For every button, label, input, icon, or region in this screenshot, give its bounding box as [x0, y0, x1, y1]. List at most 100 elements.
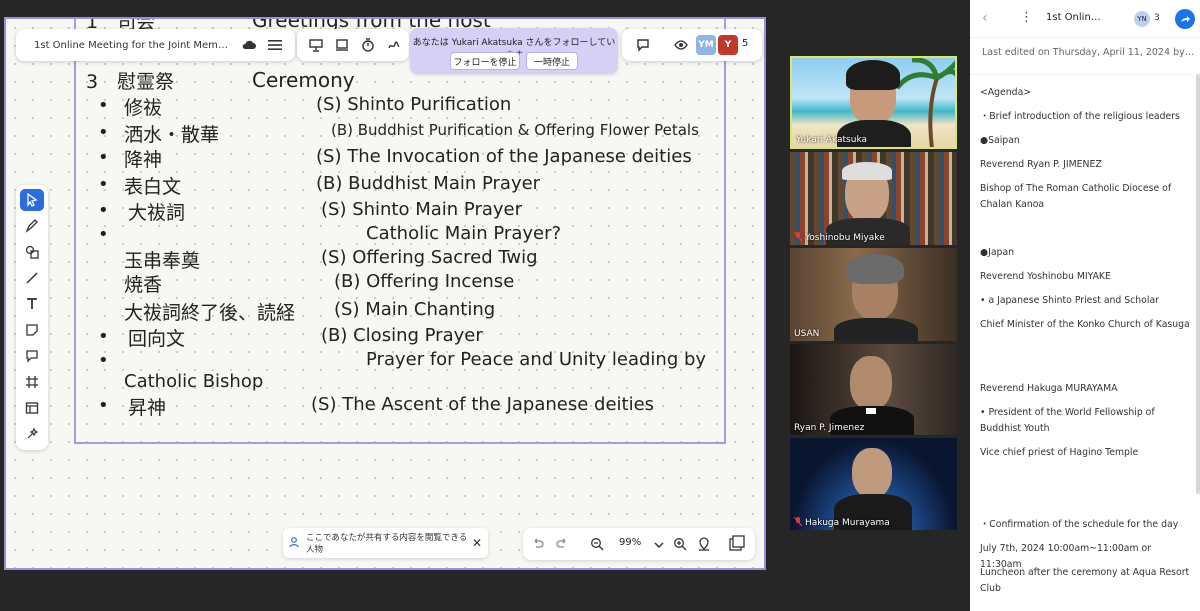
scrollbar[interactable]: [1196, 74, 1200, 494]
zoom-in-icon[interactable]: [673, 536, 687, 555]
redo-icon[interactable]: [555, 536, 569, 555]
agenda-item-japanese: 大祓詞終了後、読経: [124, 302, 296, 324]
agenda-item-english: (B) Buddhist Purification & Offering Flo…: [331, 121, 699, 139]
notes-line[interactable]: Reverend Ryan P. JIMENEZ: [980, 157, 1190, 173]
avatar[interactable]: Y: [718, 35, 738, 55]
notes-line[interactable]: ・Brief introduction of the religious lea…: [980, 109, 1190, 125]
notes-line[interactable]: ●Japan: [980, 245, 1190, 261]
avatar[interactable]: YN: [1134, 11, 1150, 27]
agenda-item-english: (B) Buddhist Main Prayer: [316, 173, 541, 194]
notes-body: <Agenda> ・Brief introduction of the relig…: [970, 74, 1192, 611]
frames-icon[interactable]: [331, 34, 353, 56]
board-tools-bar: [297, 29, 409, 61]
collab-bar: YM Y 5: [622, 29, 762, 61]
template-icon[interactable]: [20, 397, 44, 419]
select-tool[interactable]: [20, 189, 44, 211]
notes-line[interactable]: • President of the World Fellowship of B…: [980, 405, 1190, 437]
text-icon[interactable]: [20, 293, 44, 315]
comment-tool-icon[interactable]: [20, 345, 44, 367]
back-chevron-icon[interactable]: ‹: [982, 10, 988, 26]
zoom-controls: 99%: [523, 528, 755, 560]
stop-follow-button[interactable]: フォローを停止: [450, 52, 520, 70]
agenda-item-english: Prayer for Peace and Unity leading by: [366, 349, 707, 370]
agenda-bullet: •: [98, 326, 109, 347]
sticky-note-icon[interactable]: [20, 319, 44, 341]
share-icon[interactable]: [1175, 9, 1195, 29]
notes-line[interactable]: Vice chief priest of Hagino Temple: [980, 445, 1190, 461]
participant-name: Hakuga Murayama: [793, 516, 890, 528]
pause-button[interactable]: 一時停止: [526, 52, 578, 70]
clerical-collar: [866, 408, 876, 414]
mic-off-icon: [793, 516, 803, 527]
agenda-item-japanese: 回向文: [128, 328, 186, 350]
participant-name: Ryan P. Jimenez: [794, 423, 865, 433]
more-options-icon[interactable]: ⋮: [1020, 10, 1033, 25]
comment-icon[interactable]: [632, 34, 654, 56]
agenda-item-japanese: 昇神: [128, 397, 167, 419]
agenda-item-japanese: 洒水・散華: [124, 124, 220, 146]
share-visibility-notice: ここであなたが共有する内容を閲覧できる人物 ✕: [283, 528, 488, 558]
viewer-count: 3: [1154, 13, 1160, 23]
avatar[interactable]: YM: [696, 35, 716, 55]
line-icon[interactable]: [20, 267, 44, 289]
last-edited-text: Last edited on Thursday, April 11, 2024 …: [982, 47, 1197, 58]
agenda-bullet: •: [98, 174, 109, 195]
notes-line[interactable]: Reverend Yoshinobu MIYAKE: [980, 269, 1190, 285]
agenda-bullet: •: [98, 350, 109, 371]
location-icon[interactable]: [697, 536, 711, 555]
participant-name: Yoshinobu Miyake: [793, 231, 885, 243]
agenda-bullet: •: [98, 147, 109, 168]
notes-line[interactable]: Bishop of The Roman Catholic Diocese of …: [980, 181, 1190, 213]
whiteboard-canvas[interactable]: 1 司会 Greetings from the host 3 慰霊祭 Ceremony…: [4, 17, 766, 570]
chevron-down-icon[interactable]: [653, 536, 665, 555]
reactions-icon[interactable]: [383, 34, 405, 56]
cloud-icon[interactable]: [238, 34, 260, 56]
menu-icon[interactable]: [264, 34, 286, 56]
notes-line[interactable]: Luncheon after the ceremony at Aqua Reso…: [980, 565, 1190, 597]
shapes-icon[interactable]: [20, 241, 44, 263]
eye-icon[interactable]: [670, 34, 692, 56]
person-face: [852, 448, 892, 498]
share-notice-text: ここであなたが共有する内容を閲覧できる人物: [306, 533, 468, 555]
board-title[interactable]: 1st Online Meeting for the Joint Memoria…: [34, 40, 234, 51]
agenda-item-english: (S) The Ascent of the Japanese deities: [311, 394, 655, 415]
frame-icon[interactable]: [20, 371, 44, 393]
undo-icon[interactable]: [531, 536, 545, 555]
person-hair: [846, 60, 900, 90]
agenda-item-english: (B) Offering Incense: [334, 271, 515, 292]
minimap-icon[interactable]: [729, 535, 745, 555]
present-icon[interactable]: [305, 34, 327, 56]
zoom-out-icon[interactable]: [590, 536, 604, 555]
notes-line[interactable]: <Agenda>: [980, 85, 1190, 101]
video-tile-usan[interactable]: USAN: [790, 248, 957, 341]
notes-line[interactable]: Reverend Hakuga MURAYAMA: [980, 381, 1190, 397]
agenda-item-japanese: 大祓詞: [128, 202, 186, 224]
agenda-bullet: •: [98, 122, 109, 143]
video-tile-yukari[interactable]: Yukari Akatsuka: [790, 56, 957, 149]
agenda-item-english: (S) The Invocation of the Japanese deiti…: [316, 146, 692, 167]
agenda-item-english: (B) Closing Prayer: [321, 325, 483, 346]
people-icon: [289, 536, 301, 551]
agenda-item-japanese: 降神: [124, 149, 163, 171]
notes-line[interactable]: ・Confirmation of the schedule for the da…: [980, 517, 1190, 533]
follow-banner: あなたは Yukari Akatsuka さんをフォローしています フォローを停…: [410, 28, 618, 74]
notes-line[interactable]: Chief Minister of the Konko Church of Ka…: [980, 317, 1190, 333]
agenda-item-english: (S) Offering Sacred Twig: [321, 247, 538, 268]
agenda-item-japanese: 表白文: [124, 176, 182, 198]
zoom-level[interactable]: 99%: [619, 537, 641, 548]
panel-header: ‹ ⋮ 1st Online M... YN 3: [970, 0, 1200, 38]
video-tile-yoshinobu[interactable]: Yoshinobu Miyake: [790, 152, 957, 245]
agenda-bullet: •: [98, 95, 109, 116]
video-tile-hakuga[interactable]: Hakuga Murayama: [790, 438, 957, 530]
agenda-item-english: (S) Shinto Main Prayer: [321, 199, 523, 220]
video-tile-ryan[interactable]: Ryan P. Jimenez: [790, 344, 957, 435]
timer-icon[interactable]: [357, 34, 379, 56]
agenda-item-english: (S) Main Chanting: [334, 299, 496, 320]
pen-icon[interactable]: [20, 215, 44, 237]
more-tools-icon[interactable]: [20, 423, 44, 445]
participant-name: USAN: [794, 329, 820, 339]
agenda-item-japanese: 玉串奉奠: [124, 250, 201, 272]
notes-line[interactable]: • a Japanese Shinto Priest and Scholar: [980, 293, 1190, 309]
close-icon[interactable]: ✕: [472, 536, 482, 550]
notes-line[interactable]: ●Saipan: [980, 133, 1190, 149]
